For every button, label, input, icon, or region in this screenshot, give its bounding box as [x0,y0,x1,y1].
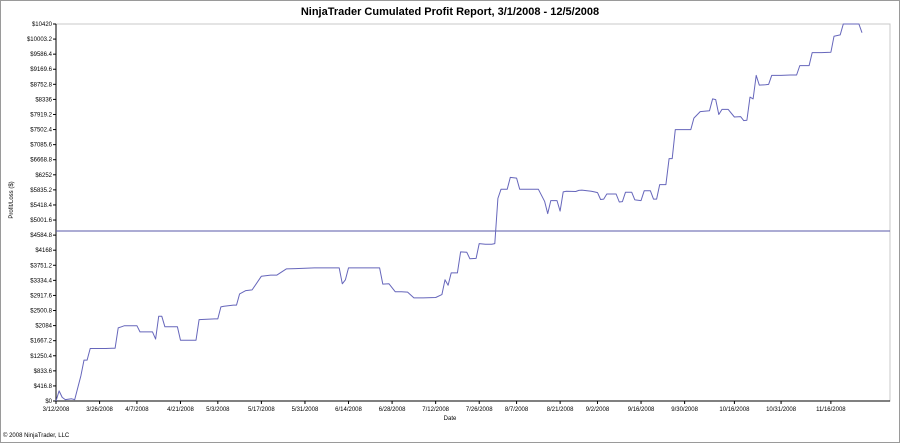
y-tick-label: $10420 [32,22,53,28]
y-tick-label: $6252 [35,173,52,179]
x-tick-label: 10/31/2008 [766,407,797,413]
y-tick-label: $1250.4 [30,354,52,360]
y-tick-label: $3751.2 [30,263,52,269]
plot-background [55,23,891,402]
y-tick-label: $0 [45,399,52,405]
x-tick-label: 8/7/2008 [505,407,529,413]
x-tick-label: 5/3/2008 [206,407,230,413]
profit-chart: $0 $416.8 $833.6 $1250.4 $1667.2 $2084 $2500.8… [27,22,891,413]
y-tick-label: $10003.2 [27,37,53,43]
y-tick-label: $833.6 [34,369,53,375]
y-tick-label: $416.8 [34,384,53,390]
y-tick-label: $7085.6 [30,143,52,149]
plot-area [55,23,891,402]
x-axis: 3/12/2008 3/26/2008 4/7/2008 4/21/2008 5/3/2… [43,400,890,413]
y-axis: $0 $416.8 $833.6 $1250.4 $1667.2 $2084 $2500.8… [27,22,57,405]
x-tick-label: 11/16/2008 [816,407,846,413]
x-tick-label: 9/2/2008 [586,407,610,413]
x-tick-label: 10/16/2008 [719,407,750,413]
x-tick-label: 6/28/2008 [379,407,406,413]
y-tick-label: $7502.4 [30,128,52,134]
x-tick-label: 4/21/2008 [167,407,194,413]
x-tick-label: 9/16/2008 [628,407,655,413]
x-tick-label: 8/21/2008 [547,407,574,413]
x-tick-label: 7/12/2008 [422,407,449,413]
x-tick-label: 6/14/2008 [335,407,362,413]
y-tick-label: $4168 [35,248,52,254]
y-tick-label: $5418.4 [30,203,52,209]
y-tick-label: $6668.8 [30,158,52,164]
y-tick-label: $1667.2 [30,339,52,345]
y-tick-label: $7919.2 [30,112,52,118]
y-tick-label: $8336 [35,97,52,103]
y-tick-label: $5001.6 [30,218,52,224]
y-tick-label: $9169.6 [30,67,52,73]
y-tick-label: $9586.4 [30,52,52,58]
x-tick-label: 7/26/2008 [466,407,493,413]
x-tick-label: 5/17/2008 [248,407,275,413]
x-tick-label: 4/7/2008 [125,407,149,413]
y-tick-label: $2084 [35,324,52,330]
x-tick-label: 9/30/2008 [671,407,698,413]
y-tick-label: $4584.8 [30,233,52,239]
x-tick-label: 5/31/2008 [292,407,319,413]
y-tick-label: $2500.8 [30,309,52,315]
y-tick-label: $5835.2 [30,188,52,194]
y-tick-label: $2917.6 [30,293,52,299]
x-tick-label: 3/26/2008 [86,407,113,413]
x-tick-label: 3/12/2008 [43,407,70,413]
y-tick-label: $3334.4 [30,278,52,284]
y-tick-label: $8752.8 [30,82,52,88]
